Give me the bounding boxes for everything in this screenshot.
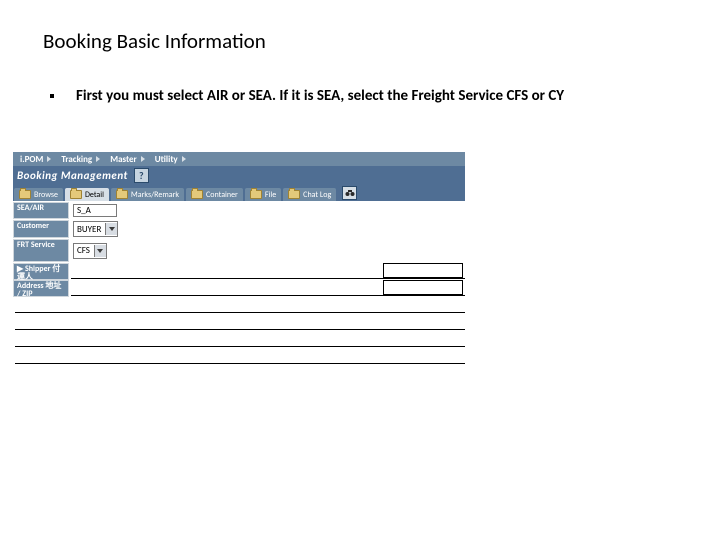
line-input[interactable] [15,329,465,330]
folder-icon [70,190,82,199]
address-row: Address 地址 / ZIP [13,280,465,297]
label-shipper: ▶ Shipper 付運人 [13,263,69,280]
line-input[interactable] [15,312,465,313]
tab-browse[interactable]: Browse [14,188,63,201]
tab-chat-log[interactable]: Chat Log [283,188,336,201]
folder-icon [288,190,300,199]
label-frt-service: FRT Service [13,239,69,262]
shipper-box-1[interactable] [383,263,463,278]
blank-row-3 [13,331,465,348]
menu-utility[interactable]: Utility [150,154,191,165]
line-input[interactable] [15,346,465,347]
label-sea-air: SEA/AIR [13,202,69,219]
screenshot-region: i.POM Tracking Master Utility Booking Ma… [13,152,465,365]
customer-select[interactable]: BUYER [73,221,118,237]
address-line-1[interactable] [71,295,465,296]
menubar: i.POM Tracking Master Utility [13,152,465,166]
menu-master[interactable]: Master [105,154,150,165]
folder-icon [191,190,203,199]
shipper-line-1[interactable] [71,278,465,279]
tab-detail[interactable]: Detail [65,188,109,201]
folder-icon [116,190,128,199]
address-box-1[interactable] [383,280,463,295]
bullet-icon [50,94,54,98]
blank-row-2 [13,314,465,331]
search-binoculars-icon[interactable] [342,186,357,200]
chevron-down-icon [105,223,117,235]
folder-icon [250,190,262,199]
chevron-right-icon [141,156,145,162]
tab-marks-remark[interactable]: Marks/Remark [111,188,184,201]
bullet-text: First you must select AIR or SEA. If it … [76,86,564,106]
form-area: SEA/AIR S_A Customer BUYER FRT Service [13,201,465,365]
help-icon[interactable]: ? [134,168,149,183]
menu-ipom[interactable]: i.POM [15,154,56,165]
slide-title: Booking Basic Information [43,28,266,54]
tab-file[interactable]: File [245,188,281,201]
frt-service-select[interactable]: CFS [73,243,107,259]
tabstrip: Browse Detail Marks/Remark Container Fil… [13,185,465,201]
tab-container[interactable]: Container [186,188,243,201]
chevron-right-icon [96,156,100,162]
shipper-row: ▶ Shipper 付運人 [13,263,465,280]
menu-tracking[interactable]: Tracking [56,154,105,165]
screen-titlebar: Booking Management ? [13,166,465,185]
bullet-item: First you must select AIR or SEA. If it … [50,86,680,106]
blank-row-4 [13,348,465,365]
chevron-right-icon [47,156,51,162]
label-customer: Customer [13,220,69,238]
label-address: Address 地址 / ZIP [13,280,69,297]
chevron-right-icon [182,156,186,162]
line-input[interactable] [15,363,465,364]
screen-title: Booking Management [17,169,128,182]
blank-row-1 [13,297,465,314]
sea-air-input[interactable]: S_A [73,204,117,217]
folder-icon [19,190,31,199]
chevron-down-icon [94,245,106,257]
